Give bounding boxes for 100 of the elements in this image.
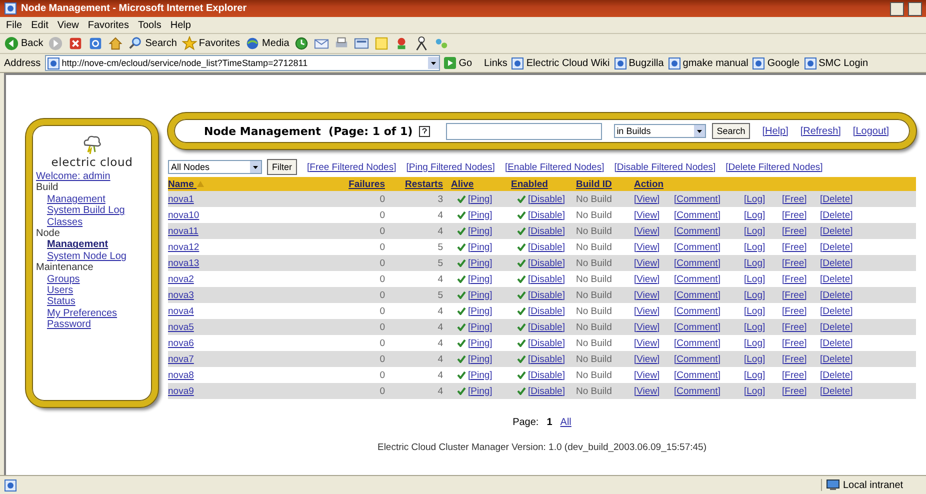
node-link[interactable]: nova3 [168, 290, 293, 300]
media-button[interactable]: Media [245, 36, 290, 51]
node-link[interactable]: nova2 [168, 274, 293, 284]
action-link[interactable]: [View] [634, 322, 660, 332]
maximize-button[interactable] [908, 2, 922, 16]
action-link[interactable]: [Delete] [820, 386, 853, 396]
sidebar-link[interactable]: Classes [47, 216, 148, 228]
node-link[interactable]: nova7 [168, 354, 293, 364]
menu-item[interactable]: Favorites [88, 20, 129, 30]
disable-link[interactable]: [Disable] [528, 306, 565, 316]
node-filter-dropdown[interactable]: All Nodes [168, 160, 262, 174]
page-link[interactable]: 1 [546, 417, 552, 428]
action-link[interactable]: [Log] [744, 290, 766, 300]
column-header[interactable]: Name [168, 178, 293, 190]
history-icon[interactable] [294, 36, 310, 51]
node-link[interactable]: nova12 [168, 242, 293, 252]
action-link[interactable]: [View] [634, 242, 660, 252]
filter-action-link[interactable]: [Delete Filtered Nodes] [726, 162, 823, 172]
filter-button[interactable]: Filter [267, 159, 297, 175]
action-link[interactable]: [View] [634, 290, 660, 300]
action-link[interactable]: [Free] [782, 354, 807, 364]
ping-link[interactable]: [Ping] [468, 322, 492, 332]
action-link[interactable]: [View] [634, 354, 660, 364]
sidebar-link[interactable]: Status [47, 296, 148, 308]
address-field[interactable]: http://nove-cm/ecloud/service/node_list?TimeStamp=2712811 [44, 55, 440, 71]
favorite-link[interactable]: SMC Login [804, 56, 868, 70]
action-link[interactable]: [Free] [782, 242, 807, 252]
action-link[interactable]: [Delete] [820, 210, 853, 220]
filter-action-link[interactable]: [Enable Filtered Nodes] [504, 162, 604, 172]
disable-link[interactable]: [Disable] [528, 226, 565, 236]
header-link[interactable]: [Refresh] [800, 126, 841, 136]
node-link[interactable]: nova6 [168, 338, 293, 348]
action-link[interactable]: [Free] [782, 226, 807, 236]
action-link[interactable]: [Comment] [674, 274, 720, 284]
action-link[interactable]: [View] [634, 226, 660, 236]
action-link[interactable]: [Delete] [820, 226, 853, 236]
action-link[interactable]: [View] [634, 274, 660, 284]
menu-item[interactable]: Help [170, 20, 191, 30]
node-link[interactable]: nova8 [168, 370, 293, 380]
ping-link[interactable]: [Ping] [468, 370, 492, 380]
node-link[interactable]: nova11 [168, 226, 293, 236]
ping-link[interactable]: [Ping] [468, 194, 492, 204]
action-link[interactable]: [Log] [744, 322, 766, 332]
action-link[interactable]: [Comment] [674, 322, 720, 332]
ping-link[interactable]: [Ping] [468, 354, 492, 364]
header-link[interactable]: [Logout] [852, 126, 890, 136]
disable-link[interactable]: [Disable] [528, 386, 565, 396]
favorite-link[interactable]: Bugzilla [614, 56, 664, 70]
action-link[interactable]: [Free] [782, 258, 807, 268]
action-link[interactable]: [Log] [744, 242, 766, 252]
action-link[interactable]: [Delete] [820, 242, 853, 252]
ping-link[interactable]: [Ping] [468, 258, 492, 268]
sidebar-link[interactable]: Users [47, 285, 148, 296]
disable-link[interactable]: [Disable] [528, 242, 565, 252]
action-link[interactable]: [Comment] [674, 242, 720, 252]
ping-link[interactable]: [Ping] [468, 306, 492, 316]
action-link[interactable]: [Free] [782, 274, 807, 284]
column-header[interactable]: Failures [293, 178, 393, 190]
sidebar-link[interactable]: Management [47, 194, 148, 206]
action-link[interactable]: [Log] [744, 370, 766, 380]
action-link[interactable]: [Delete] [820, 306, 853, 316]
disable-link[interactable]: [Disable] [528, 290, 565, 300]
action-link[interactable]: [Comment] [674, 338, 720, 348]
action-link[interactable]: [Delete] [820, 322, 853, 332]
action-link[interactable]: [Delete] [820, 338, 853, 348]
action-link[interactable]: [Free] [782, 290, 807, 300]
action-link[interactable]: [Delete] [820, 194, 853, 204]
header-link[interactable]: [Help] [762, 126, 788, 136]
action-link[interactable]: [View] [634, 338, 660, 348]
sidebar-link[interactable]: System Node Log [47, 250, 148, 262]
action-link[interactable]: [Delete] [820, 274, 853, 284]
sidebar-link[interactable]: Welcome: admin [36, 171, 148, 182]
action-link[interactable]: [Log] [744, 210, 766, 220]
sidebar-link[interactable]: Groups [47, 274, 148, 286]
action-link[interactable]: [Delete] [820, 354, 853, 364]
action-link[interactable]: [Free] [782, 194, 807, 204]
menu-item[interactable]: File [6, 20, 22, 30]
column-header[interactable]: Restarts [393, 178, 451, 190]
action-link[interactable]: [Comment] [674, 194, 720, 204]
minimize-button[interactable] [890, 2, 904, 16]
ping-link[interactable]: [Ping] [468, 210, 492, 220]
column-header[interactable]: Enabled [511, 178, 576, 190]
go-button[interactable]: Go [444, 57, 472, 69]
node-link[interactable]: nova10 [168, 210, 293, 220]
action-link[interactable]: [Log] [744, 386, 766, 396]
action-link[interactable]: [Free] [782, 370, 807, 380]
sidebar-link[interactable]: Management [47, 239, 148, 251]
action-link[interactable]: [Free] [782, 322, 807, 332]
action-link[interactable]: [Comment] [674, 210, 720, 220]
action-link[interactable]: [Log] [744, 226, 766, 236]
stop-icon[interactable] [68, 36, 84, 51]
action-link[interactable]: [Log] [744, 274, 766, 284]
menu-item[interactable]: Edit [31, 20, 48, 30]
filter-action-link[interactable]: [Disable Filtered Nodes] [614, 162, 716, 172]
column-header[interactable]: Action [634, 178, 864, 190]
menu-item[interactable]: View [57, 20, 79, 30]
action-link[interactable]: [Log] [744, 354, 766, 364]
ping-link[interactable]: [Ping] [468, 290, 492, 300]
disable-link[interactable]: [Disable] [528, 210, 565, 220]
filter-action-link[interactable]: [Ping Filtered Nodes] [406, 162, 495, 172]
